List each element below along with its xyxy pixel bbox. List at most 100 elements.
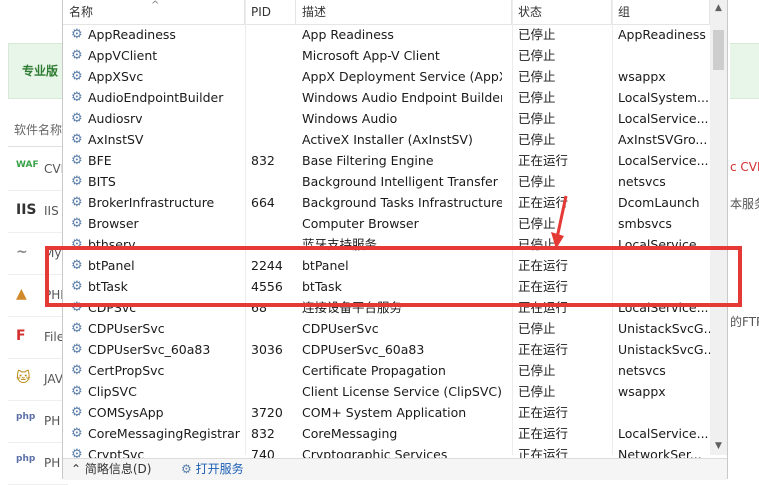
scroll-up-icon[interactable]: ▲ xyxy=(710,0,727,17)
service-row[interactable]: ⚙ Audiosrv Windows Audio 已停止 LocalService... xyxy=(63,108,710,129)
gear-icon: ⚙ xyxy=(71,27,83,42)
service-name: AppVClient xyxy=(88,48,158,63)
column-pid[interactable]: PID xyxy=(245,0,296,24)
column-status[interactable]: 状态 xyxy=(512,0,612,24)
column-name[interactable]: 名称 ^ xyxy=(63,0,245,24)
service-description: Base Filtering Engine xyxy=(302,153,434,168)
gear-icon: ⚙ xyxy=(71,363,83,378)
software-list-item[interactable]: WAF CVE xyxy=(8,148,68,191)
software-list-item[interactable]: IIS IIS xyxy=(8,190,68,233)
service-row[interactable]: ⚙ AudioEndpointBuilder Windows Audio Endpo… xyxy=(63,87,710,108)
gear-icon: ⚙ xyxy=(71,384,83,399)
software-logo-icon: 🐱 xyxy=(16,370,31,386)
service-description: COM+ System Application xyxy=(302,405,467,420)
software-logo-icon: ▲ xyxy=(16,286,27,302)
software-logo-icon: IIS xyxy=(16,202,37,218)
gear-icon: ⚙ xyxy=(71,111,83,126)
gear-icon: ⚙ xyxy=(71,90,83,105)
column-group-label: 组 xyxy=(618,5,631,19)
software-name: PH xyxy=(44,414,61,428)
service-description: CDPUserSvc_60a83 xyxy=(302,342,425,357)
column-status-label: 状态 xyxy=(518,5,543,19)
service-row[interactable]: ⚙ BrokerInfrastructure 664 Background Tasks… xyxy=(63,192,710,213)
service-description: CDPUserSvc xyxy=(302,321,379,336)
service-name: AppXSvc xyxy=(88,69,144,84)
scrollbar-thumb[interactable] xyxy=(713,30,724,70)
service-description: ActiveX Installer (AxInstSV) xyxy=(302,132,473,147)
service-pid: 832 xyxy=(251,426,275,441)
service-name: COMSysApp xyxy=(88,405,164,420)
gear-icon: ⚙ xyxy=(71,405,83,420)
gear-icon: ⚙ xyxy=(71,216,83,231)
service-group: smbsvcs xyxy=(618,216,672,231)
gear-icon: ⚙ xyxy=(71,153,83,168)
software-name: PH xyxy=(44,456,61,470)
service-row[interactable]: ⚙ AppVClient Microsoft App-V Client 已停止 xyxy=(63,45,710,66)
service-status: 已停止 xyxy=(518,321,556,336)
service-group: wsappx xyxy=(618,384,666,399)
service-row[interactable]: ⚙ AppXSvc AppX Deployment Service (AppX...… xyxy=(63,66,710,87)
service-status: 正在运行 xyxy=(518,426,569,441)
service-group: netsvcs xyxy=(618,363,666,378)
service-row[interactable]: ⚙ AxInstSV ActiveX Installer (AxInstSV) 已停止… xyxy=(63,129,710,150)
brief-info-toggle[interactable]: ⌃ 简略信息(D) xyxy=(71,459,151,480)
service-description: Windows Audio xyxy=(302,111,398,126)
software-list-item[interactable]: 🐱 JAV xyxy=(8,358,68,401)
service-row[interactable]: ⚙ BITS Background Intelligent Transfer ...… xyxy=(63,171,710,192)
service-pid: 832 xyxy=(251,153,275,168)
service-row[interactable]: ⚙ Browser Computer Browser 已停止 smbsvcs xyxy=(63,213,710,234)
service-description: CoreMessaging xyxy=(302,426,398,441)
service-group: AxInstSVGro... xyxy=(618,132,708,147)
open-services-link[interactable]: ⚙ 打开服务 xyxy=(181,459,244,480)
service-name: ClipSVC xyxy=(88,384,137,399)
service-name: Browser xyxy=(88,216,139,231)
software-list-item[interactable]: php PH xyxy=(8,400,68,443)
service-description: Background Tasks Infrastructure... xyxy=(302,195,502,210)
service-group: LocalService... xyxy=(618,426,709,441)
service-name: CoreMessagingRegistrar xyxy=(88,426,240,441)
service-pid: 3720 xyxy=(251,405,283,420)
service-status: 已停止 xyxy=(518,363,556,378)
service-row[interactable]: ⚙ CDPUserSvc_60a83 3036 CDPUserSvc_60a83 正在运… xyxy=(63,339,710,360)
column-group[interactable]: 组 xyxy=(612,0,710,24)
service-status: 已停止 xyxy=(518,174,556,189)
service-row[interactable]: ⚙ CDPUserSvc CDPUserSvc 已停止 UnistackSvcG... xyxy=(63,318,710,339)
service-group: AppReadiness xyxy=(618,27,706,42)
service-status: 已停止 xyxy=(518,90,556,105)
service-name: AudioEndpointBuilder xyxy=(88,90,224,105)
service-row[interactable]: ⚙ AppReadiness App Readiness 已停止 AppReadines… xyxy=(63,24,710,45)
background-text: 的FTP组 xyxy=(730,315,759,329)
service-description: Background Intelligent Transfer ... xyxy=(302,174,502,189)
service-status: 已停止 xyxy=(518,27,556,42)
gear-icon: ⚙ xyxy=(71,174,83,189)
service-row[interactable]: ⚙ CoreMessagingRegistrar 832 CoreMessaging 正… xyxy=(63,423,710,444)
service-row[interactable]: ⚙ BFE 832 Base Filtering Engine 正在运行 LocalSer… xyxy=(63,150,710,171)
pro-banner-right xyxy=(730,43,759,99)
column-name-label: 名称 xyxy=(69,5,94,19)
services-window: 名称 ^ PID 描述 状态 组 ⚙ AppReadiness App Readin… xyxy=(62,0,728,480)
service-description: Client License Service (ClipSVC) xyxy=(302,384,502,399)
service-description: Certificate Propagation xyxy=(302,363,446,378)
gear-icon: ⚙ xyxy=(71,426,83,441)
sort-up-icon: ^ xyxy=(151,0,160,11)
software-logo-icon: F xyxy=(16,328,26,344)
service-name: CDPUserSvc xyxy=(88,321,165,336)
service-group: UnistackSvcG... xyxy=(618,342,710,357)
service-row[interactable]: ⚙ COMSysApp 3720 COM+ System Application 正在运… xyxy=(63,402,710,423)
software-list-header: 软件名称 xyxy=(8,113,68,147)
footer-bar: ⌃ 简略信息(D) ⚙ 打开服务 xyxy=(63,458,727,480)
service-row[interactable]: ⚙ ClipSVC Client License Service (ClipSVC)… xyxy=(63,381,710,402)
scroll-down-icon[interactable]: ▼ xyxy=(710,438,727,455)
service-status: 已停止 xyxy=(518,111,556,126)
software-name: IIS xyxy=(44,204,59,218)
service-group: LocalService... xyxy=(618,111,709,126)
software-list-item[interactable]: F File xyxy=(8,316,68,359)
vertical-scrollbar[interactable]: ▲ ▼ xyxy=(710,0,727,455)
gear-icon: ⚙ xyxy=(71,321,83,336)
red-arrow-icon xyxy=(551,195,568,249)
gear-icon: ⚙ xyxy=(71,69,83,84)
highlight-box xyxy=(45,246,742,307)
column-description[interactable]: 描述 xyxy=(296,0,512,24)
service-row[interactable]: ⚙ CertPropSvc Certificate Propagation 已停止 ne… xyxy=(63,360,710,381)
service-group: wsappx xyxy=(618,69,666,84)
